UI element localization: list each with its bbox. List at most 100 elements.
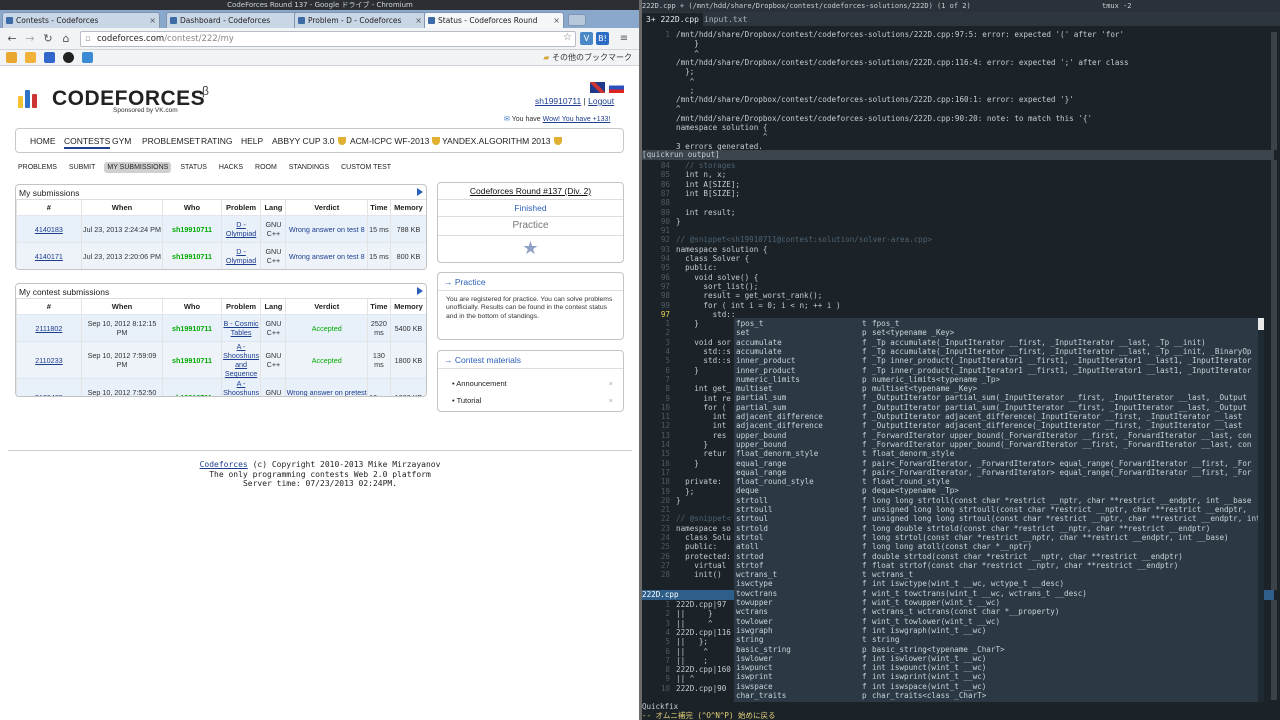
code-line[interactable]: 16 } (642, 459, 699, 468)
completion-item[interactable]: strtof f float strtof(const char *restrict… (734, 561, 1259, 570)
bookmark-icon[interactable] (44, 52, 55, 63)
completion-item[interactable]: strtold f long double strtold(const char *… (734, 524, 1259, 533)
code-line[interactable]: 27 virtual (642, 561, 726, 570)
completion-item[interactable]: towctrans f wint_t towctrans(wint_t __wc, … (734, 589, 1259, 598)
code-line[interactable]: 21 (642, 505, 676, 514)
error-line[interactable]: /mnt/hdd/share/Dropbox/contest/codeforce… (642, 114, 1092, 123)
completion-scroll-thumb[interactable] (1258, 318, 1264, 330)
quickfix-line[interactable]: 9 || ^ (642, 674, 694, 683)
submission-id-link[interactable]: 2109485 (35, 393, 63, 397)
submenu-problems[interactable]: PROBLEMS (15, 162, 60, 173)
error-line[interactable]: ^ (642, 132, 768, 141)
completion-item[interactable]: adjacent_difference f _OutputIterator adja… (734, 421, 1259, 430)
tab-contests[interactable]: Contests - Codeforces × (2, 12, 160, 28)
code-line[interactable]: 5 std::s (642, 356, 730, 365)
expand-arrow-icon[interactable] (417, 188, 423, 196)
menu-abbyy-cup[interactable]: ABBYY CUP 3.0 (272, 136, 346, 146)
code-line[interactable]: 24 class Solu (642, 533, 731, 542)
code-line[interactable]: 14 } (642, 440, 708, 449)
code-line[interactable]: 85 int n, x; (642, 170, 726, 179)
code-line[interactable]: 9 int re (642, 394, 730, 403)
code-line[interactable]: 87 int B[SIZE]; (642, 189, 740, 198)
error-line[interactable]: namespace solution { (642, 123, 767, 132)
code-line[interactable]: 13 res (642, 431, 726, 440)
code-line[interactable]: 18 private: (642, 477, 722, 486)
completion-item[interactable]: iswpunct f int iswpunct(wint_t __wc) (734, 663, 1259, 672)
code-line[interactable]: 94 class Solver { (642, 254, 749, 263)
menu-help[interactable]: HELP (241, 136, 263, 146)
bookmark-icon[interactable] (6, 52, 17, 63)
quickfix-line[interactable]: 6 || ^ (642, 647, 708, 656)
completion-item[interactable]: towupper f wint_t towupper(wint_t __wc) (734, 598, 1259, 607)
submission-id-link[interactable]: 2110233 (35, 356, 62, 365)
completion-item[interactable]: strtoll f long long strtoll(const char *re… (734, 496, 1259, 505)
quickfix-line[interactable]: 1 222D.cpp|97 (642, 600, 726, 609)
code-line[interactable]: 90} (642, 217, 681, 226)
submission-problem-link[interactable]: D - Olympiad (226, 220, 256, 238)
quickfix-line[interactable]: 4 222D.cpp|116 (642, 628, 730, 637)
completion-item[interactable]: iswspace f int iswspace(wint_t __wc) (734, 682, 1259, 691)
submission-id-link[interactable]: 4140171 (35, 252, 63, 261)
code-line[interactable]: 97 sort_list(); (642, 282, 758, 291)
reload-icon[interactable]: ↻ (41, 32, 55, 46)
submission-problem-link[interactable]: A - Shooshuns and Sequence (223, 379, 259, 396)
error-line[interactable]: }; (642, 67, 694, 76)
quickfix-line[interactable]: 2 || } (642, 609, 712, 618)
remove-icon[interactable]: × (609, 396, 613, 405)
completion-item[interactable]: atoll f long long atoll(const char *__nptr… (734, 542, 1259, 551)
code-line[interactable]: 19 }; (642, 487, 694, 496)
code-line[interactable]: 86 int A[SIZE]; (642, 180, 740, 189)
quickfix-line[interactable]: 8 222D.cpp|160 (642, 665, 730, 674)
menu-problemset[interactable]: PROBLEMSET (142, 136, 200, 146)
completion-item[interactable]: iswprint f int iswprint(wint_t __wc) (734, 672, 1259, 681)
submenu-standings[interactable]: STANDINGS (286, 162, 332, 173)
error-line[interactable]: } (642, 39, 699, 48)
submenu-status[interactable]: STATUS (177, 162, 210, 173)
extension-v-icon[interactable]: V (580, 32, 593, 45)
tab-status[interactable]: Status - Codeforces Round × (424, 12, 564, 28)
code-line[interactable]: 93 namespace solution { (642, 245, 768, 254)
forward-icon[interactable]: → (23, 32, 37, 46)
russian-flag-icon[interactable] (609, 82, 624, 93)
completion-item[interactable]: iswlower f int iswlower(wint_t __wc) (734, 654, 1259, 663)
round-title-link[interactable]: Codeforces Round #137 (Div. 2) (438, 186, 623, 196)
error-line[interactable]: /mnt/hdd/share/Dropbox/contest/codeforce… (642, 58, 1129, 67)
code-line[interactable]: 95 public: (642, 263, 717, 272)
quickfix-line[interactable]: 10 222D.cpp|90 (642, 684, 726, 693)
english-flag-icon[interactable] (590, 82, 605, 93)
error-line[interactable]: ; (642, 86, 695, 95)
completion-item[interactable]: strtol f long strtol(const char *restrict … (734, 533, 1259, 542)
other-bookmarks[interactable]: ▰ その他のブックマーク (543, 52, 632, 64)
close-tab-icon[interactable]: × (149, 13, 156, 28)
close-tab-icon[interactable]: × (553, 13, 560, 28)
completion-item[interactable]: fpos_t t fpos_t (734, 319, 1259, 328)
completion-item[interactable]: char_traits p char_traits<class _CharT> (734, 691, 1259, 700)
completion-item[interactable]: iswgraph f int iswgraph(wint_t __wc) (734, 626, 1259, 635)
code-line[interactable]: 2 (642, 328, 676, 337)
completion-item[interactable]: float_denorm_style t float_denorm_style (734, 449, 1259, 458)
completion-item[interactable]: upper_bound f _ForwardIterator upper_bound… (734, 431, 1259, 440)
code-line[interactable]: 97 std:: (642, 310, 736, 319)
code-line[interactable]: 6 } (642, 366, 698, 375)
code-line[interactable]: 91 (642, 226, 676, 235)
completion-item[interactable]: deque p deque<typename _Tp> (734, 486, 1259, 495)
submission-who[interactable]: sh19910711 (172, 393, 212, 397)
remove-icon[interactable]: × (609, 379, 613, 388)
address-bar[interactable]: ▫ codeforces.com/contest/222/my ☆ (80, 31, 576, 47)
code-line[interactable]: 99 for ( int i = 0; i < n; ++ i ) (642, 301, 841, 310)
code-line[interactable]: 26 protected: (642, 552, 731, 561)
code-line[interactable]: 4 std::s (642, 347, 730, 356)
code-line[interactable]: 84 // storages (642, 161, 736, 170)
completion-item[interactable]: accumulate f _Tp accumulate(_InputIterator… (734, 347, 1259, 356)
quickfix-line[interactable]: 3 || ^ (642, 619, 712, 628)
quickfix-line[interactable]: 5 || }; (642, 637, 708, 646)
completion-item[interactable]: upper_bound f _ForwardIterator upper_bound… (734, 440, 1259, 449)
code-line[interactable]: 28 init() (642, 570, 722, 579)
quickfix-line[interactable]: 7 || ; (642, 656, 708, 665)
completion-item[interactable]: multiset p multiset<typename _Key> (734, 384, 1259, 393)
error-line[interactable]: ^ (642, 77, 695, 86)
hatena-bookmark-icon[interactable]: B! (596, 32, 609, 45)
home-icon[interactable]: ⌂ (59, 32, 73, 46)
menu-yandex[interactable]: YANDEX.ALGORITHM 2013 (442, 136, 562, 146)
close-tab-icon[interactable]: × (415, 13, 422, 28)
